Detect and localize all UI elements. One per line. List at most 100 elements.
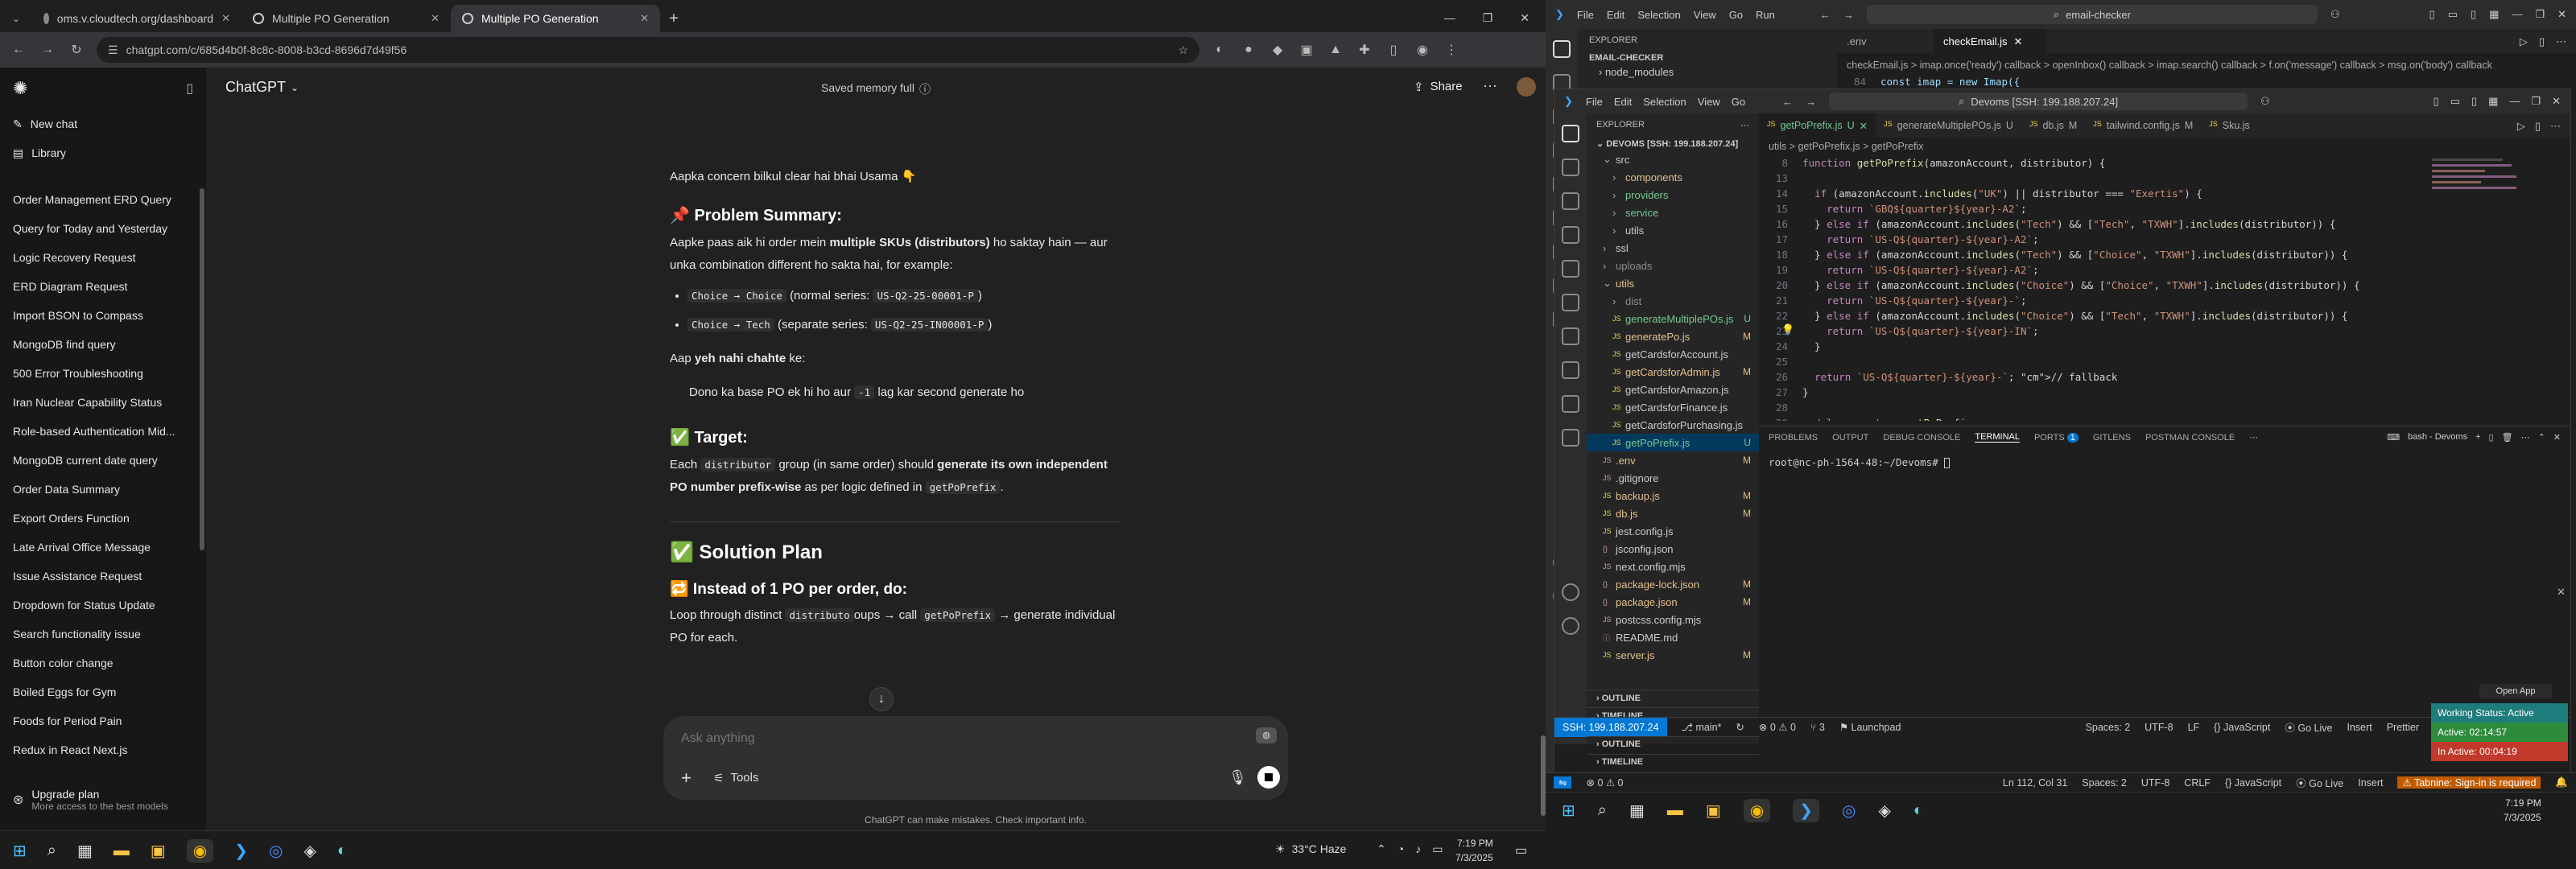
chat-history-item[interactable]: Redux in React Next.js: [0, 735, 206, 764]
close-panel-icon[interactable]: ✕: [2553, 432, 2561, 443]
windows-start-icon[interactable]: ⊞: [1562, 801, 1575, 821]
chrome-menu-icon[interactable]: ⋮: [1443, 42, 1460, 58]
profile-avatar-icon[interactable]: ◉: [1414, 42, 1431, 58]
library-button[interactable]: ▤ Library: [0, 138, 206, 167]
errors-indicator[interactable]: ⊗ 0 ⚠ 0: [1759, 721, 1796, 733]
encoding-indicator[interactable]: UTF-8: [2145, 722, 2173, 733]
close-notification-icon[interactable]: ✕: [2557, 586, 2566, 599]
editor-tab[interactable]: JS generateMultiplePOs.js U: [1876, 113, 2021, 138]
chat-history-item[interactable]: Iran Nuclear Capability Status: [0, 388, 206, 417]
new-tab-button[interactable]: +: [660, 5, 687, 32]
menu-item[interactable]: View: [1698, 96, 1720, 108]
remote-explorer-icon[interactable]: [1562, 294, 1579, 311]
editor-tab[interactable]: JS tailwind.config.js M: [2085, 113, 2201, 138]
tree-folder[interactable]: › dist: [1587, 292, 1759, 310]
account-icon[interactable]: [1562, 583, 1579, 601]
inner-breadcrumb[interactable]: utils > getPoPrefix.js > getPoPrefix: [1769, 141, 1923, 152]
editor-tab[interactable]: JS getPoPrefix.js U ✕: [1759, 113, 1876, 138]
site-info-icon[interactable]: ☰: [108, 43, 118, 57]
insert-mode-indicator[interactable]: Insert: [2358, 777, 2383, 789]
vscode-icon[interactable]: ❯: [234, 841, 248, 861]
extension-icon[interactable]: ▣: [1298, 42, 1315, 58]
chat-history-item[interactable]: MongoDB current date query: [0, 446, 206, 475]
run-icon[interactable]: ▷: [2520, 35, 2528, 47]
back-arrow-icon[interactable]: ←: [1820, 9, 1831, 21]
extension-icon[interactable]: ◆: [1269, 42, 1286, 58]
tree-folder[interactable]: › components: [1587, 168, 1759, 186]
upgrade-plan-button[interactable]: ⊛ Upgrade plan More access to the best m…: [0, 776, 198, 824]
app-icon[interactable]: ◐: [337, 842, 347, 860]
tree-folder[interactable]: ⌄ src: [1587, 150, 1759, 168]
tree-file[interactable]: JS getCardsforAccount.js: [1587, 345, 1759, 363]
close-tab-icon[interactable]: ✕: [1860, 120, 1868, 132]
outer-timeline-section[interactable]: › TIMELINE: [1587, 754, 1759, 772]
menu-item[interactable]: Run: [1756, 9, 1775, 21]
extensions-icon[interactable]: [1562, 260, 1579, 278]
tray-chevron-icon[interactable]: ⌃: [1377, 842, 1386, 856]
close-window-icon[interactable]: ✕: [2552, 95, 2561, 108]
menu-item[interactable]: View: [1694, 9, 1716, 21]
eol-indicator[interactable]: LF: [2188, 722, 2200, 733]
sync-icon[interactable]: ↻: [1736, 721, 1744, 733]
more-actions-icon[interactable]: ⋯: [2556, 35, 2566, 47]
tree-file[interactable]: JS getCardsforAdmin.js M: [1587, 363, 1759, 381]
restore-icon[interactable]: ❐: [2531, 95, 2541, 108]
store-icon[interactable]: ▣: [151, 841, 166, 861]
address-bar[interactable]: ☰ chatgpt.com/c/685d4b0f-8c8c-8008-b3cd-…: [97, 37, 1199, 63]
launchpad-indicator[interactable]: ⚑ Launchpad: [1839, 721, 1901, 733]
close-window-icon[interactable]: ✕: [1520, 11, 1530, 25]
chrome-icon[interactable]: ◉: [1743, 798, 1771, 822]
layout-icon[interactable]: ▯: [2429, 8, 2435, 21]
encoding-indicator[interactable]: UTF-8: [2141, 777, 2169, 789]
more-actions-icon[interactable]: ⋯: [1740, 120, 1749, 130]
microphone-icon[interactable]: 🎙: [1228, 769, 1247, 786]
search-icon[interactable]: ⌕: [47, 842, 56, 860]
wifi-icon[interactable]: ◔: [1397, 842, 1404, 856]
layout-icon[interactable]: ▯: [2434, 95, 2439, 108]
app-icon[interactable]: ◐: [1913, 801, 1923, 820]
close-window-icon[interactable]: ✕: [2557, 8, 2566, 21]
tree-file[interactable]: JS getCardsforAmazon.js: [1587, 381, 1759, 398]
outline-section[interactable]: › OUTLINE: [1587, 690, 1759, 706]
tabnine-indicator[interactable]: ⚠ Tabnine: Sign-in is required: [2397, 776, 2541, 789]
menu-item[interactable]: Go: [1732, 96, 1745, 108]
more-options-icon[interactable]: ⋯: [1483, 78, 1497, 95]
open-app-button[interactable]: Open App: [2479, 684, 2552, 698]
zoom-icon[interactable]: ◎: [1842, 801, 1856, 821]
tree-file[interactable]: JS generatePo.js M: [1587, 327, 1759, 345]
indentation-indicator[interactable]: Spaces: 2: [2086, 722, 2131, 733]
notifications-icon[interactable]: ▭: [1515, 842, 1527, 859]
extensions-puzzle-icon[interactable]: ✚: [1356, 42, 1373, 58]
settings-gear-icon[interactable]: [1562, 617, 1579, 635]
panel-tab-debug-console[interactable]: DEBUG CONSOLE: [1883, 433, 1960, 443]
tab-checkemail[interactable]: checkEmail.js ✕: [1934, 29, 2046, 53]
layout-icon[interactable]: ▭: [2450, 95, 2460, 108]
close-tab-icon[interactable]: ✕: [431, 12, 440, 25]
panel-tab-terminal[interactable]: TERMINAL: [1975, 432, 2020, 443]
add-attachment-icon[interactable]: +: [681, 768, 691, 789]
tree-file[interactable]: {} jsconfig.json: [1587, 540, 1759, 558]
panel-tab-problems[interactable]: PROBLEMS: [1769, 433, 1818, 443]
minimap[interactable]: [2432, 155, 2520, 212]
chat-history-item[interactable]: Dropdown for Status Update: [0, 591, 206, 620]
volume-icon[interactable]: ♪: [1415, 842, 1421, 856]
battery-icon[interactable]: ▭: [1432, 842, 1443, 856]
tree-folder[interactable]: › providers: [1587, 186, 1759, 204]
chat-history-item[interactable]: Order Data Summary: [0, 475, 206, 504]
panel-tab-postman[interactable]: POSTMAN CONSOLE: [2145, 433, 2235, 443]
maximize-panel-icon[interactable]: ⌃: [2538, 432, 2545, 443]
prettier-indicator[interactable]: Prettier: [2387, 722, 2419, 733]
more-panels-icon[interactable]: ⋯: [2249, 432, 2258, 443]
reload-icon[interactable]: ↻: [68, 42, 85, 58]
forward-icon[interactable]: →: [39, 43, 56, 57]
chrome-tab-3[interactable]: Multiple PO Generation ✕: [451, 5, 660, 32]
scroll-down-icon[interactable]: ↓: [869, 687, 894, 711]
task-view-icon[interactable]: ▦: [1629, 801, 1645, 821]
grammarly-icon[interactable]: ◍: [1256, 727, 1277, 743]
sidebar-scrollbar[interactable]: [200, 188, 204, 550]
forward-arrow-icon[interactable]: →: [1843, 9, 1854, 21]
share-button[interactable]: ⇪ Share: [1414, 80, 1463, 94]
testing-icon[interactable]: [1562, 361, 1579, 379]
more-actions-icon[interactable]: ⋯: [2521, 432, 2530, 443]
chat-history-item[interactable]: Order Management ERD Query: [0, 185, 206, 214]
